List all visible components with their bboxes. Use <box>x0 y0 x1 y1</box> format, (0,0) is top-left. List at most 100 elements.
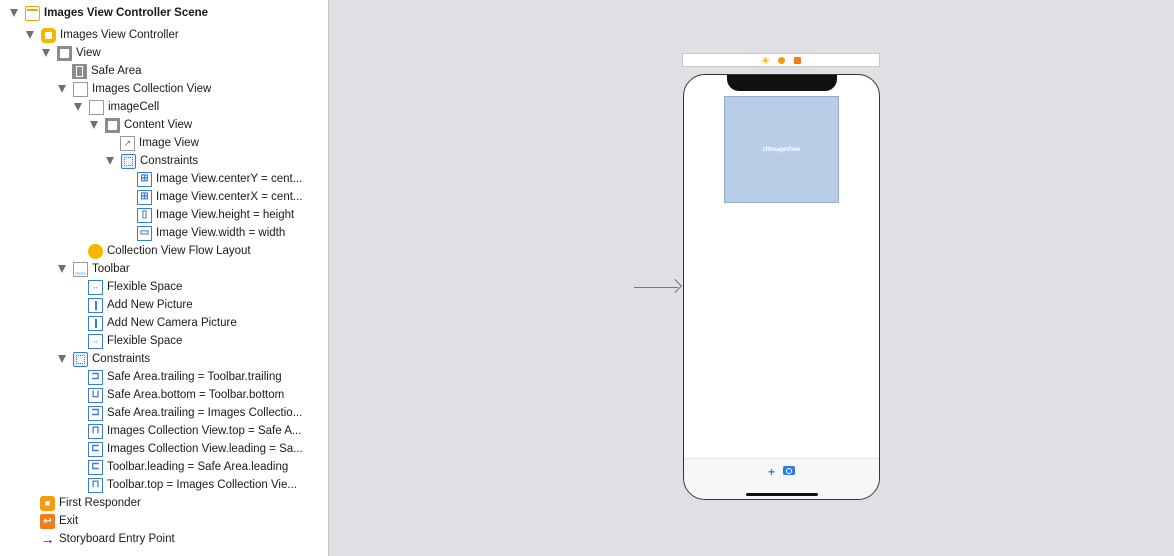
cell-placeholder-label: UIImageView <box>763 146 800 153</box>
outline-row-label: First Responder <box>59 497 141 509</box>
outline-row-constraint[interactable]: ⊞ Image View.centerY = cent... <box>137 170 317 188</box>
camera-icon[interactable] <box>783 466 795 475</box>
constraint-top-icon: ⊓ <box>88 423 103 439</box>
document-outline: Images View Controller Scene Images View… <box>0 0 329 556</box>
image-cell[interactable]: UIImageView <box>724 96 839 203</box>
constraints-icon <box>73 351 88 367</box>
view-icon <box>105 117 120 133</box>
outline-row-constraint[interactable]: ⊓ Images Collection View.top = Safe A... <box>88 422 318 440</box>
disclosure-triangle-icon[interactable] <box>10 9 18 17</box>
outline-row-label: Flexible Space <box>107 281 183 293</box>
outline-row-label: Images View Controller <box>60 29 179 41</box>
outline-row-label: Image View.height = height <box>156 209 295 221</box>
collection-view-icon <box>73 81 88 97</box>
constraint-center-icon: ⊞ <box>137 171 152 187</box>
constraint-height-icon: ▯ <box>137 207 152 223</box>
outline-row-label: View <box>76 47 101 59</box>
outline-row-label: Safe Area.trailing = Toolbar.trailing <box>107 371 282 383</box>
outline-row-collection-view[interactable]: Images Collection View <box>58 80 211 98</box>
outline-row-constraint[interactable]: ⊏ Toolbar.leading = Safe Area.leading <box>88 458 318 476</box>
outline-row-add-camera-picture[interactable]: Add New Camera Picture <box>88 314 237 332</box>
outline-row-flow-layout[interactable]: Collection View Flow Layout <box>88 242 251 260</box>
outline-row-label: Safe Area.bottom = Toolbar.bottom <box>107 389 285 401</box>
outline-row-constraint[interactable]: ⊐ Safe Area.trailing = Toolbar.trailing <box>88 368 318 386</box>
disclosure-triangle-icon[interactable] <box>58 355 66 363</box>
outline-row-constraint[interactable]: ⊞ Image View.centerX = cent... <box>137 188 317 206</box>
outline-row-view[interactable]: View <box>42 44 101 62</box>
outline-row-view-constraints[interactable]: Constraints <box>58 350 150 368</box>
outline-row-label: imageCell <box>108 101 160 113</box>
outline-row-toolbar[interactable]: Toolbar <box>58 260 130 278</box>
outline-row-image-view[interactable]: ↗ Image View <box>120 134 199 152</box>
outline-row-content-view[interactable]: Content View <box>90 116 192 134</box>
outline-row-label: Toolbar.leading = Safe Area.leading <box>107 461 289 473</box>
scene-toolbar[interactable]: + <box>684 458 879 499</box>
disclosure-triangle-icon[interactable] <box>90 121 98 129</box>
bar-button-icon <box>88 297 103 313</box>
outline-row-label: Toolbar.top = Images Collection Vie... <box>107 479 297 491</box>
constraint-bottom-icon: ⊔ <box>88 387 103 403</box>
outline-row-constraint[interactable]: ▯ Image View.height = height <box>137 206 322 224</box>
outline-row-constraint[interactable]: ⊐ Safe Area.trailing = Images Collectio.… <box>88 404 318 422</box>
flexible-space-icon: ↔ <box>88 333 103 349</box>
outline-row-label: Image View <box>139 137 199 149</box>
constraint-top-icon: ⊓ <box>88 477 103 493</box>
collection-cell-icon <box>89 99 104 115</box>
constraint-leading-icon: ⊏ <box>88 441 103 457</box>
storyboard-canvas[interactable]: UIImageView + <box>329 0 1174 556</box>
view-controller-icon <box>41 27 56 43</box>
outline-row-constraint[interactable]: ⊔ Safe Area.bottom = Toolbar.bottom <box>88 386 318 404</box>
outline-row-cell-constraints[interactable]: Constraints <box>106 152 198 170</box>
disclosure-triangle-icon[interactable] <box>26 31 34 39</box>
disclosure-triangle-icon[interactable] <box>58 85 66 93</box>
outline-row-label: Exit <box>59 515 79 527</box>
flow-layout-icon <box>88 243 103 259</box>
disclosure-triangle-icon[interactable] <box>42 49 50 57</box>
outline-row-constraint[interactable]: ⊓ Toolbar.top = Images Collection Vie... <box>88 476 318 494</box>
view-icon <box>57 45 72 61</box>
outline-row-image-cell[interactable]: imageCell <box>74 98 159 116</box>
first-responder-icon: ■ <box>40 495 55 511</box>
outline-row-label: Storyboard Entry Point <box>59 533 175 545</box>
exit-icon[interactable] <box>793 56 801 64</box>
outline-row-flexible-space[interactable]: ↔ Flexible Space <box>88 278 182 296</box>
outline-row-label: Images Collection View.leading = Sa... <box>107 443 303 455</box>
outline-row-label: Image View.centerY = cent... <box>156 173 303 185</box>
outline-row-label: Collection View Flow Layout <box>107 245 251 257</box>
constraint-width-icon: ▭ <box>137 225 152 241</box>
first-responder-icon[interactable] <box>777 56 785 64</box>
iphone-scene[interactable]: UIImageView + <box>683 74 880 500</box>
outline-row-entry-point[interactable]: → Storyboard Entry Point <box>40 530 175 548</box>
outline-row-label: Images Collection View <box>92 83 212 95</box>
disclosure-triangle-icon[interactable] <box>106 157 114 165</box>
disclosure-triangle-icon[interactable] <box>74 103 82 111</box>
outline-row-safe-area[interactable]: Safe Area <box>72 62 142 80</box>
toolbar-icon <box>73 261 88 277</box>
outline-row-label: Images View Controller Scene <box>44 7 209 19</box>
outline-row-exit[interactable]: ↩ Exit <box>40 512 78 530</box>
outline-row-add-new-picture[interactable]: Add New Picture <box>88 296 193 314</box>
plus-icon[interactable]: + <box>768 465 775 479</box>
bar-button-icon <box>88 315 103 331</box>
outline-row-flexible-space[interactable]: ↔ Flexible Space <box>88 332 182 350</box>
outline-row-constraint[interactable]: ▭ Image View.width = width <box>137 224 322 242</box>
scene-icon <box>25 5 40 21</box>
arrow-right-icon: → <box>40 531 55 547</box>
outline-row-constraint[interactable]: ⊏ Images Collection View.leading = Sa... <box>88 440 318 458</box>
entry-point-arrow-head <box>667 278 683 294</box>
outline-row-scene[interactable]: Images View Controller Scene <box>10 4 208 22</box>
outline-row-label: Content View <box>124 119 193 131</box>
outline-row-label: Images Collection View.top = Safe A... <box>107 425 302 437</box>
outline-row-label: Add New Picture <box>107 299 193 311</box>
scene-dock[interactable] <box>682 53 880 67</box>
outline-row-label: Safe Area.trailing = Images Collectio... <box>107 407 303 419</box>
safe-area-icon <box>72 63 87 79</box>
outline-row-label: Image View.centerX = cent... <box>156 191 303 203</box>
disclosure-triangle-icon[interactable] <box>58 265 66 273</box>
outline-row-label: Safe Area <box>91 65 142 77</box>
outline-row-first-responder[interactable]: ■ First Responder <box>40 494 141 512</box>
outline-row-label: Constraints <box>140 155 199 167</box>
view-controller-icon[interactable] <box>761 56 769 64</box>
outline-row-view-controller[interactable]: Images View Controller <box>26 26 179 44</box>
device-notch <box>727 75 837 91</box>
